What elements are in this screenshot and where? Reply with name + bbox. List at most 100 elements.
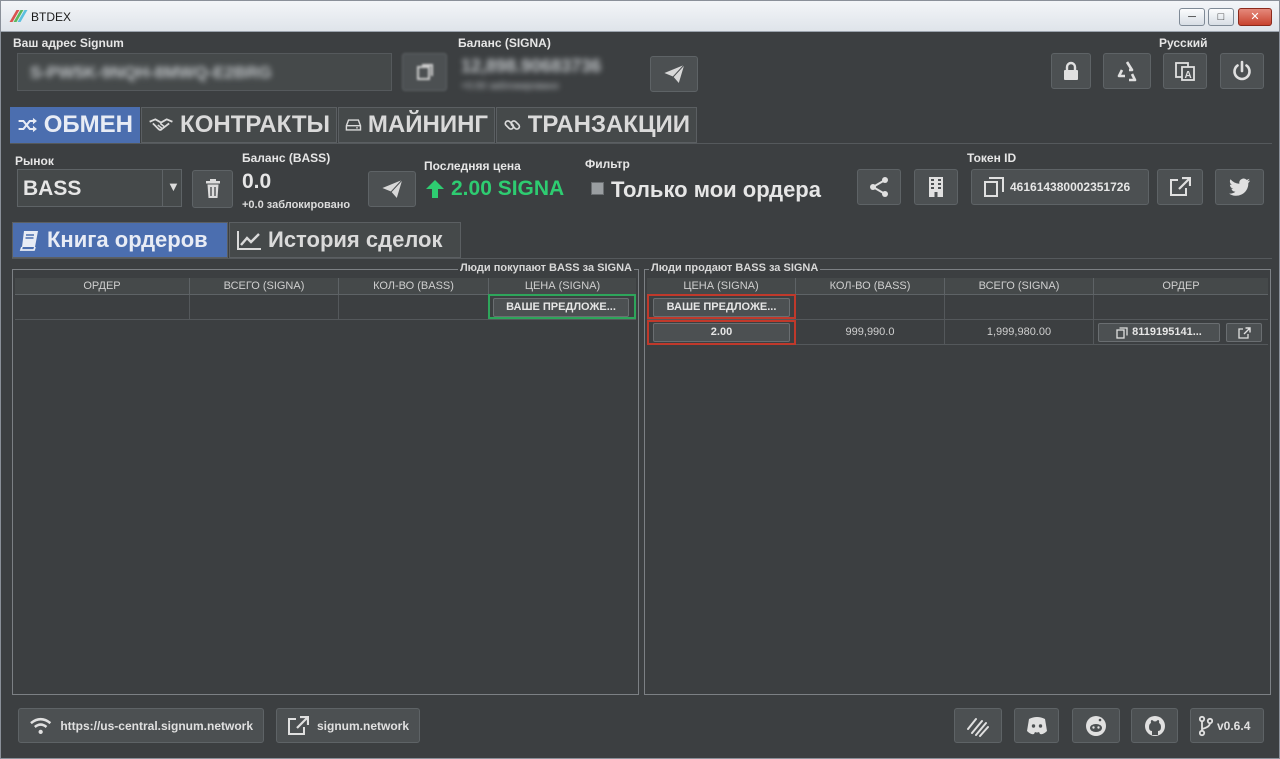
my-orders-checkbox[interactable] [591,182,604,195]
copy-icon [984,177,1004,197]
building-icon [929,177,943,197]
translate-icon: A [1175,62,1195,81]
buy-panel-title: Люди покупают BASS за SIGNA [457,262,634,274]
table-row: ВАШЕ ПРЕДЛОЖЕ... [15,294,636,320]
signa-balance-label: Баланс (SIGNA) [458,36,551,50]
website-label: signum.network [316,718,409,733]
node-button[interactable]: https://us-central.signum.network [18,708,264,743]
sell-offer-button[interactable]: ВАШЕ ПРЕДЛОЖЕ... [653,298,790,317]
twitter-icon [1228,178,1250,196]
github-button[interactable] [1131,708,1178,743]
token-balance-label: Баланс (BASS) [242,151,331,165]
send-signa-button[interactable] [650,56,698,92]
sell-price-button[interactable]: 2.00 [653,323,790,342]
lock-button[interactable] [1051,53,1091,89]
buy-col-total[interactable]: ВСЕГО (SIGNA) [190,278,339,294]
share-button[interactable] [857,169,901,205]
tab-exchange-label: ОБМЕН [43,111,133,138]
wifi-icon [30,717,52,734]
book-icon [19,231,38,251]
discord-button[interactable] [1014,708,1059,743]
sell-col-amount[interactable]: КОЛ-ВО (BASS) [796,278,945,294]
tab-mining-label: МАЙНИНГ [367,111,488,138]
open-order-explorer-button[interactable] [1226,323,1262,342]
copy-icon [1116,326,1128,339]
tab-trade-history[interactable]: История сделок [229,222,461,258]
power-button[interactable] [1220,53,1264,89]
minimize-button[interactable]: ─ [1179,8,1205,26]
signa-balance-locked: +0.00 заблокировано [461,81,559,92]
sell-col-price[interactable]: ЦЕНА (SIGNA) [647,278,796,294]
paper-plane-icon [380,178,404,200]
tab-trade-history-label: История сделок [268,227,443,252]
maximize-button[interactable]: □ [1208,8,1234,26]
sell-col-total[interactable]: ВСЕГО (SIGNA) [945,278,1094,294]
language-label[interactable]: Русский [1159,36,1208,50]
last-price: 2.00 SIGNA [424,177,564,201]
reddit-button[interactable] [1072,708,1120,743]
buy-table-header: ОРДЕР ВСЕГО (SIGNA) КОЛ-ВО (BASS) ЦЕНА (… [15,278,636,295]
recycle-button[interactable] [1103,53,1151,89]
signum-button[interactable] [954,708,1002,743]
buy-col-order[interactable]: ОРДЕР [15,278,190,294]
sell-orders-panel: Люди продают BASS за SIGNA ЦЕНА (SIGNA) … [644,262,1271,695]
link-icon [504,120,521,130]
address-label: Ваш адрес Signum [13,36,124,50]
address-value: S-PW5K-9NQH-8MWQ-E2BRG [30,63,272,82]
power-icon [1233,60,1251,81]
order-id-value: 8119195141... [1132,326,1202,338]
token-balance-value: 0.0 [242,170,272,193]
version-button[interactable]: v0.6.4 [1190,708,1264,743]
token-id-label: Токен ID [967,151,1017,165]
sell-amount-cell: 999,990.0 [796,320,945,344]
discord-icon [1026,716,1047,734]
open-token-explorer-button[interactable] [1157,169,1203,205]
copy-token-id-button[interactable]: 461614380002351726 [971,169,1149,205]
svg-text:A: A [1185,70,1192,81]
btdex-logo-icon [9,10,28,22]
table-row: ВАШЕ ПРЕДЛОЖЕ... [647,294,1268,320]
tab-mining[interactable]: МАЙНИНГ [338,107,495,143]
recycle-icon [1117,61,1137,82]
trash-icon [205,179,220,198]
calculator-button[interactable] [914,169,958,205]
buy-col-price[interactable]: ЦЕНА (SIGNA) [489,278,636,294]
tab-divider [10,143,1272,144]
market-value: BASS [23,177,82,200]
subtab-divider [12,258,1272,259]
filter-label: Фильтр [585,157,630,171]
copy-address-button[interactable] [402,53,447,91]
tab-contracts-label: КОНТРАКТЫ [180,111,330,138]
chevron-down-icon: ▼ [167,179,180,194]
close-button[interactable]: ✕ [1238,8,1272,26]
sell-total-cell: 1,999,980.00 [945,320,1094,344]
market-select[interactable]: BASS ▼ [17,169,182,207]
last-price-value: 2.00 SIGNA [451,177,565,200]
buy-offer-button[interactable]: ВАШЕ ПРЕДЛОЖЕ... [493,298,629,317]
sell-col-order[interactable]: ОРДЕР [1094,278,1268,294]
external-link-icon [1237,326,1251,339]
tab-contracts[interactable]: КОНТРАКТЫ [141,107,337,143]
tab-order-book[interactable]: Книга ордеров [12,222,228,258]
my-orders-label[interactable]: Только мои ордера [611,177,821,203]
sell-panel-title: Люди продают BASS за SIGNA [649,262,821,274]
table-row: 2.00 999,990.0 1,999,980.00 8119195141..… [647,320,1268,345]
tab-transactions[interactable]: ТРАНЗАКЦИИ [496,107,697,143]
handshake-icon [149,118,173,131]
hdd-icon [345,119,362,131]
address-field[interactable]: S-PW5K-9NQH-8MWQ-E2BRG [17,53,392,91]
signa-balance-value: 12,898.90683736 [461,56,602,76]
copy-order-id-button[interactable]: 8119195141... [1098,323,1220,342]
delete-market-button[interactable] [192,170,233,208]
external-link-icon [1170,177,1191,196]
arrow-up-icon [426,180,444,198]
line-chart-icon [237,231,261,250]
tab-exchange[interactable]: ОБМЕН [10,107,140,143]
buy-orders-panel: Люди покупают BASS за SIGNA ОРДЕР ВСЕГО … [12,262,639,695]
buy-col-amount[interactable]: КОЛ-ВО (BASS) [339,278,489,294]
language-button[interactable]: A [1163,53,1207,89]
website-button[interactable]: signum.network [276,708,420,743]
twitter-button[interactable] [1215,169,1264,205]
github-icon [1144,715,1165,736]
send-token-button[interactable] [368,171,416,207]
